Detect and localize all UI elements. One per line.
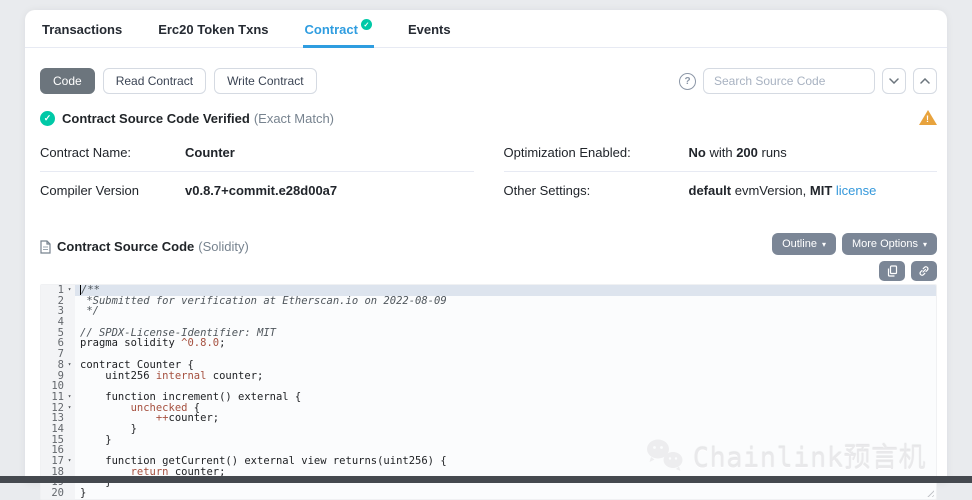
fold-icon[interactable]: ▾ (64, 285, 75, 296)
tab-transactions[interactable]: Transactions (40, 10, 124, 48)
fold-icon[interactable]: ▾ (64, 360, 75, 371)
line-number[interactable]: 20 (41, 488, 75, 499)
chevron-down-icon (889, 78, 899, 84)
link-icon (918, 265, 930, 277)
permalink-button[interactable] (911, 261, 937, 281)
page-bottom-bar (0, 476, 972, 483)
tab-contract[interactable]: Contract✓ (303, 10, 374, 48)
help-icon[interactable]: ? (679, 73, 696, 90)
code-button[interactable]: Code (40, 68, 95, 94)
search-source-code-input[interactable] (703, 68, 875, 94)
contract-name-row: Contract Name: Counter (40, 134, 474, 172)
line-number[interactable]: 8▾ (41, 360, 75, 371)
code-line: 13 ++counter; (41, 413, 936, 424)
verified-match-type: (Exact Match) (254, 111, 334, 126)
optimization-row: Optimization Enabled: No with 200 runs (504, 134, 938, 172)
code-lines: 1▾/**2 *Submitted for verification at Et… (41, 285, 936, 499)
fold-icon[interactable]: ▾ (64, 392, 75, 403)
compiler-version-value: v0.8.7+commit.e28d00a7 (185, 183, 337, 198)
source-code-header: Contract Source Code (Solidity) Outline▾… (40, 233, 937, 281)
contract-card: Transactions Erc20 Token Txns Contract✓ Eve… (25, 10, 947, 483)
compiler-version-label: Compiler Version (40, 183, 185, 198)
code-line: 6pragma solidity ^0.8.0; (41, 338, 936, 349)
other-settings-row: Other Settings: default evmVersion, MIT … (504, 172, 938, 209)
copy-source-button[interactable] (879, 261, 905, 281)
source-code-editor[interactable]: 1▾/**2 *Submitted for verification at Et… (40, 284, 937, 500)
verification-status-row: ✓ Contract Source Code Verified (Exact M… (40, 110, 937, 126)
write-contract-button[interactable]: Write Contract (214, 68, 316, 94)
tab-erc20-token-txns[interactable]: Erc20 Token Txns (156, 10, 270, 48)
source-code-language: (Solidity) (198, 239, 249, 254)
outline-dropdown[interactable]: Outline▾ (772, 233, 836, 255)
fold-icon[interactable]: ▾ (64, 403, 75, 414)
warning-icon[interactable] (919, 110, 937, 126)
code-line: 2 *Submitted for verification at Ethersc… (41, 296, 936, 307)
code-line: 3 */ (41, 306, 936, 317)
compiler-version-row: Compiler Version v0.8.7+commit.e28d00a7 (40, 172, 474, 209)
source-code-title: Contract Source Code (57, 239, 194, 254)
caret-down-icon: ▾ (923, 240, 927, 249)
contract-name-label: Contract Name: (40, 145, 185, 160)
verified-title: Contract Source Code Verified (62, 111, 250, 126)
other-settings-value: default evmVersion, MIT license (689, 183, 877, 198)
line-number[interactable]: 11▾ (41, 392, 75, 403)
chevron-up-icon (920, 78, 930, 84)
more-options-dropdown[interactable]: More Options▾ (842, 233, 937, 255)
code-line: 14 } (41, 424, 936, 435)
optimization-label: Optimization Enabled: (504, 145, 689, 160)
contract-name-value: Counter (185, 145, 235, 160)
read-contract-button[interactable]: Read Contract (103, 68, 206, 94)
copy-icon (887, 265, 898, 277)
search-next-button[interactable] (882, 68, 906, 94)
tab-bar: Transactions Erc20 Token Txns Contract✓ Eve… (25, 10, 947, 48)
verified-check-icon: ✓ (40, 111, 55, 126)
optimization-value: No with 200 runs (689, 145, 787, 160)
contract-details: Contract Name: Counter Compiler Version … (40, 134, 937, 209)
caret-down-icon: ▾ (822, 240, 826, 249)
license-link[interactable]: license (836, 183, 876, 198)
fold-icon[interactable]: ▾ (64, 456, 75, 467)
document-icon (40, 240, 51, 254)
code-line: 9 uint256 internal counter; (41, 371, 936, 382)
search-prev-button[interactable] (913, 68, 937, 94)
code-toolbar: Code Read Contract Write Contract ? (40, 68, 937, 94)
other-settings-label: Other Settings: (504, 183, 689, 198)
code-line: 15 } (41, 435, 936, 446)
tab-events[interactable]: Events (406, 10, 453, 48)
code-line: 20} (41, 488, 936, 499)
verified-badge-icon: ✓ (361, 19, 372, 30)
